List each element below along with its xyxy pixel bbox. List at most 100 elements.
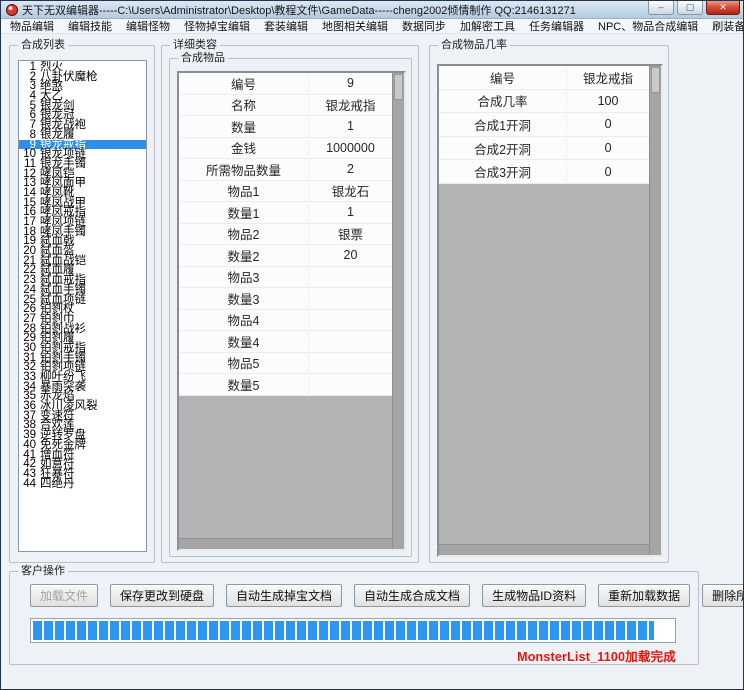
table-row[interactable]: 所需物品数量 2 — [179, 159, 392, 181]
table-row[interactable]: 物品4 — [179, 310, 392, 332]
row-label: 物品2 — [179, 224, 309, 243]
table-row[interactable]: 数量5 — [179, 374, 392, 396]
row-value: 1 — [309, 119, 392, 133]
action-button[interactable]: 生成物品ID资料 — [482, 584, 586, 607]
synthesis-item-label: 合成物品 — [178, 52, 228, 65]
table-row[interactable]: 合成3开洞 0 — [439, 160, 649, 184]
table-row[interactable]: 数量 1 — [179, 116, 392, 138]
list-item[interactable]: 21弑血战铠 — [19, 256, 146, 266]
scrollbar-thumb[interactable] — [651, 67, 660, 93]
action-button[interactable]: 删除所有数据 — [702, 584, 744, 607]
row-value: 1000000 — [309, 141, 392, 155]
action-button[interactable]: 自动生成合成文档 — [354, 584, 470, 607]
table-row[interactable]: 金钱 1000000 — [179, 138, 392, 160]
list-item[interactable]: 37变速符 — [19, 411, 146, 421]
menu-item[interactable]: 编辑技能 — [61, 18, 119, 34]
rate-grid-panel: 编号 银龙戒指 合成几率 100 合成1开洞 0 合成2开洞 0 合成3开洞 0 — [437, 64, 663, 557]
close-button[interactable]: ✕ — [706, 1, 740, 15]
table-row[interactable]: 合成几率 100 — [439, 90, 649, 114]
list-item[interactable]: 26铂剹杖 — [19, 304, 146, 314]
table-row[interactable]: 数量1 1 — [179, 202, 392, 224]
list-item[interactable]: 19弑血戟 — [19, 236, 146, 246]
menu-item[interactable]: 物品编辑 — [3, 18, 61, 34]
list-item[interactable]: 5银龙剑 — [19, 101, 146, 111]
list-item-number: 44 — [22, 479, 36, 490]
row-value: 银龙戒指 — [309, 95, 392, 114]
row-label: 合成几率 — [439, 91, 567, 110]
client-ops-label: 客户操作 — [18, 565, 68, 578]
list-item[interactable]: 43狂暴符 — [19, 469, 146, 479]
row-value: 银龙石 — [309, 181, 392, 200]
table-row[interactable]: 数量3 — [179, 288, 392, 310]
row-label: 数量2 — [179, 246, 309, 265]
menu-item[interactable]: 地图相关编辑 — [315, 18, 395, 34]
menu-item[interactable]: 编辑怪物 — [119, 18, 177, 34]
menu-bar: 物品编辑编辑技能编辑怪物怪物掉宝编辑套装编辑地图相关编辑数据同步加解密工具任务编… — [1, 19, 743, 34]
action-button[interactable]: 重新加载数据 — [598, 584, 690, 607]
list-item[interactable]: 36冰川凌风裂 — [19, 401, 146, 411]
action-button[interactable]: 保存更改到硬盘 — [110, 584, 214, 607]
row-label: 编号 — [439, 68, 567, 87]
list-item[interactable]: 42如意符 — [19, 459, 146, 469]
row-value: 100 — [567, 94, 649, 108]
list-item[interactable]: 28铂剹战衫 — [19, 324, 146, 334]
vertical-scrollbar[interactable] — [649, 66, 661, 555]
list-item[interactable]: 18哮凤手镯 — [19, 227, 146, 237]
table-row[interactable]: 数量2 20 — [179, 245, 392, 267]
menu-item[interactable]: 任务编辑器 — [522, 18, 591, 34]
list-item[interactable]: 41增血符 — [19, 450, 146, 460]
menu-item[interactable]: 加解密工具 — [453, 18, 522, 34]
list-item[interactable]: 40免死金牌 — [19, 440, 146, 450]
row-label: 所需物品数量 — [179, 160, 309, 179]
list-item[interactable]: 2八卦伏魔枪 — [19, 72, 146, 82]
rate-group-label: 合成物品几率 — [438, 39, 510, 52]
list-item[interactable]: 4太乙 — [19, 91, 146, 101]
table-row[interactable]: 编号 银龙戒指 — [439, 66, 649, 90]
action-button[interactable]: 加载文件 — [30, 584, 98, 607]
row-label: 金钱 — [179, 138, 309, 157]
table-row[interactable]: 合成2开洞 0 — [439, 137, 649, 161]
progress-fill — [33, 621, 654, 640]
list-item[interactable]: 7银龙战袍 — [19, 120, 146, 130]
list-item[interactable]: 3绝煞 — [19, 81, 146, 91]
row-value: 2 — [309, 162, 392, 176]
table-row[interactable]: 数量4 — [179, 331, 392, 353]
table-row[interactable]: 编号 9 — [179, 73, 392, 95]
table-row[interactable]: 物品2 银票 — [179, 224, 392, 246]
synthesis-listbox[interactable]: 1烈火 2八卦伏魔枪 3绝煞 4太乙 5银龙剑 6银龙冠 7银龙战袍 8银龙履 … — [18, 60, 147, 552]
list-item[interactable]: 13哮凤面甲 — [19, 178, 146, 188]
table-row[interactable]: 物品5 — [179, 353, 392, 375]
scrollbar-thumb[interactable] — [394, 74, 403, 100]
row-label: 合成1开洞 — [439, 115, 567, 134]
list-item[interactable]: 34暴雨突袭 — [19, 382, 146, 392]
button-row: 加载文件保存更改到硬盘自动生成掉宝文档自动生成合成文档生成物品ID资料重新加载数… — [30, 584, 690, 607]
menu-item[interactable]: 刷装备 — [705, 18, 744, 34]
maximize-button[interactable]: ▢ — [677, 1, 703, 15]
menu-item[interactable]: 数据同步 — [395, 18, 453, 34]
app-icon — [6, 4, 18, 16]
list-item[interactable]: 25弑血项链 — [19, 295, 146, 305]
list-item[interactable]: 11银龙手镯 — [19, 159, 146, 169]
client-ops-group: 客户操作 加载文件保存更改到硬盘自动生成掉宝文档自动生成合成文档生成物品ID资料… — [9, 571, 699, 665]
window-title: 天下无双编辑器-----C:\Users\Administrator\Deskt… — [22, 2, 576, 18]
horizontal-scrollbar[interactable] — [439, 544, 649, 555]
row-label: 数量1 — [179, 203, 309, 222]
table-row[interactable]: 合成1开洞 0 — [439, 113, 649, 137]
minimize-button[interactable]: – — [648, 1, 674, 15]
menu-item[interactable]: 套装编辑 — [257, 18, 315, 34]
row-label: 物品5 — [179, 353, 309, 372]
menu-item[interactable]: NPC、物品合成编辑 — [591, 18, 705, 34]
horizontal-scrollbar[interactable] — [179, 538, 392, 549]
list-item-name: 四绝丹 — [40, 478, 75, 490]
table-row[interactable]: 物品1 银龙石 — [179, 181, 392, 203]
table-row[interactable]: 名称 银龙戒指 — [179, 95, 392, 117]
row-value: 银票 — [309, 224, 392, 243]
vertical-scrollbar[interactable] — [392, 73, 404, 549]
menu-item[interactable]: 怪物掉宝编辑 — [177, 18, 257, 34]
action-button[interactable]: 自动生成掉宝文档 — [226, 584, 342, 607]
detail-group: 详细类容 合成物品 编号 9 名称 银龙戒指 数量 1 金钱 — [161, 45, 419, 563]
row-label: 数量3 — [179, 289, 309, 308]
synthesis-item-group: 合成物品 编号 9 名称 银龙戒指 数量 1 金钱 1000000 — [169, 58, 412, 557]
list-item[interactable]: 44 四绝丹 — [19, 479, 146, 489]
table-row[interactable]: 物品3 — [179, 267, 392, 289]
